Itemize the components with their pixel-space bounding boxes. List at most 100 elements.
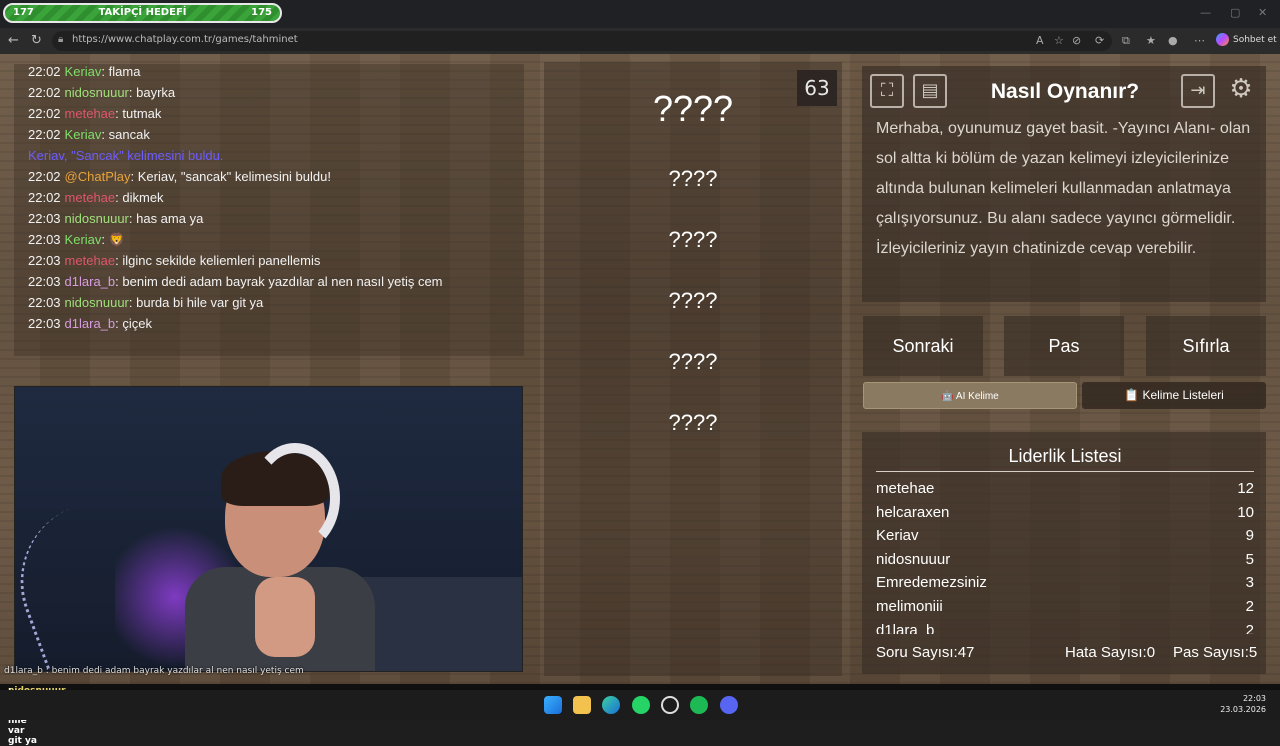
logout-icon[interactable]: ⇥ bbox=[1181, 74, 1215, 108]
read-aloud-icon[interactable]: A bbox=[1036, 34, 1044, 47]
leaderboard-name: metehae bbox=[876, 480, 935, 497]
chat-message: 22:03 d1lara_b: benim dedi adam bayrak ya… bbox=[28, 274, 443, 289]
gear-icon[interactable]: ⚙ bbox=[1224, 74, 1258, 108]
ai-word-button[interactable]: 🤖 AI Kelime bbox=[863, 382, 1077, 409]
leaderboard-row: Emredemezsiniz 3 bbox=[876, 572, 1254, 596]
chat-username[interactable]: metehae bbox=[65, 253, 116, 268]
copilot-label: Sohbet et bbox=[1233, 35, 1277, 45]
chat-username[interactable]: Keriav bbox=[65, 64, 102, 79]
maximize-button[interactable]: ▢ bbox=[1230, 6, 1240, 19]
pass-button[interactable]: Pas bbox=[1004, 316, 1124, 376]
leaderboard-score: 2 bbox=[1245, 621, 1254, 634]
pass-count-value: 5 bbox=[1248, 644, 1258, 661]
chat-username[interactable]: nidosnuuur bbox=[65, 85, 129, 100]
chat-message: 22:03 Keriav: 🦁 bbox=[28, 232, 125, 247]
chat-time: 22:02 bbox=[28, 64, 61, 79]
chat-username[interactable]: @ChatPlay bbox=[65, 169, 131, 184]
spotify-icon[interactable] bbox=[690, 696, 708, 714]
back-icon[interactable]: ← bbox=[8, 33, 19, 48]
more-icon[interactable]: ⋯ bbox=[1194, 34, 1205, 47]
fullscreen-icon[interactable]: ⛶ bbox=[870, 74, 904, 108]
favorite-icon[interactable]: ☆ bbox=[1054, 34, 1064, 47]
pass-count: Pas Sayısı:5 bbox=[1173, 644, 1257, 661]
follower-goal-bar: 177 TAKİPÇİ HEDEFİ 175 bbox=[3, 3, 282, 23]
profile-icon[interactable]: ● bbox=[1168, 34, 1178, 47]
chat-text: ilginc sekilde keliemleri panellemis bbox=[122, 253, 321, 268]
question-count-value: 47 bbox=[957, 644, 975, 661]
chat-time: 22:03 bbox=[28, 295, 61, 310]
leaderboard-score: 10 bbox=[1237, 503, 1254, 521]
divider bbox=[876, 471, 1254, 472]
title-bar: 177 TAKİPÇİ HEDEFİ 175 — ▢ ✕ bbox=[0, 0, 1280, 28]
chat-message: 22:02 Keriav: flama bbox=[28, 64, 141, 79]
leaderboard-score: 12 bbox=[1237, 480, 1254, 497]
chat-text: Keriav, "sancak" kelimesini buldu! bbox=[137, 169, 331, 184]
chat-message: 22:02 nidosnuuur: bayrka bbox=[28, 85, 176, 100]
help-title: Nasıl Oynanır? bbox=[990, 80, 1140, 103]
chat-message: 22:02 Keriav: sancak bbox=[28, 127, 150, 142]
forbidden-word: ???? bbox=[668, 410, 718, 435]
leaderboard-name: nidosnuuur bbox=[876, 550, 951, 568]
favorites-icon[interactable]: ★ bbox=[1146, 34, 1156, 47]
chat-username[interactable]: nidosnuuur bbox=[65, 295, 129, 310]
leaderboard-row: d1lara_b 2 bbox=[876, 620, 1254, 634]
chat-username[interactable]: Keriav bbox=[65, 232, 102, 247]
leaderboard-row: melimoniii 2 bbox=[876, 596, 1254, 620]
chat-message: 22:02 @ChatPlay: Keriav, "sancak" kelimes… bbox=[28, 169, 331, 184]
minimize-button[interactable]: — bbox=[1200, 6, 1211, 19]
chat-username[interactable]: metehae bbox=[65, 106, 116, 121]
error-count-label: Hata Sayısı: bbox=[1065, 644, 1147, 661]
chat-username[interactable]: metehae bbox=[65, 190, 116, 205]
windows-start-icon[interactable] bbox=[544, 696, 562, 714]
close-button[interactable]: ✕ bbox=[1258, 6, 1267, 19]
chat-text: tutmak bbox=[122, 106, 162, 121]
extensions-icon[interactable]: ⟳ bbox=[1095, 34, 1104, 47]
copilot-icon bbox=[1216, 33, 1229, 46]
split-icon[interactable]: ⧉ bbox=[1122, 34, 1130, 48]
edge-icon[interactable] bbox=[602, 696, 620, 714]
chat-time: 22:02 bbox=[28, 169, 61, 184]
leaderboard-score: 3 bbox=[1245, 574, 1254, 592]
reset-button[interactable]: Sıfırla bbox=[1146, 316, 1266, 376]
chat-text: burda bi hile var git ya bbox=[136, 295, 264, 310]
file-explorer-icon[interactable] bbox=[573, 696, 591, 714]
leaderboard-score: 9 bbox=[1245, 527, 1254, 545]
chat-time: 22:03 bbox=[28, 316, 61, 331]
chat-time: 22:03 bbox=[28, 211, 61, 226]
chat-text: has ama ya bbox=[136, 211, 204, 226]
chat-text: çiçek bbox=[122, 316, 153, 331]
chat-time: 22:02 bbox=[28, 127, 61, 142]
pass-count-label: Pas Sayısı: bbox=[1173, 644, 1249, 661]
chat-text: benim dedi adam bayrak yazdılar al nen n… bbox=[122, 274, 443, 289]
chat-username[interactable]: d1lara_b bbox=[65, 274, 116, 289]
copilot-button[interactable]: Sohbet et bbox=[1216, 33, 1277, 46]
chat-message: 22:02 metehae: tutmak bbox=[28, 106, 162, 121]
main-word: ???? bbox=[652, 88, 734, 129]
goal-title: TAKİPÇİ HEDEFİ bbox=[98, 7, 187, 18]
discord-icon[interactable] bbox=[720, 696, 738, 714]
lock-icon: 🔒︎ bbox=[58, 34, 64, 45]
refresh-icon[interactable]: ↻ bbox=[31, 33, 42, 48]
chatgpt-icon[interactable] bbox=[661, 696, 679, 714]
question-count: Soru Sayısı:47 bbox=[876, 644, 974, 661]
forbidden-word: ???? bbox=[668, 166, 718, 191]
tracking-icon[interactable]: ⊘ bbox=[1072, 34, 1081, 47]
whatsapp-icon[interactable] bbox=[632, 696, 650, 714]
error-count-value: 0 bbox=[1146, 644, 1156, 661]
webcam-caption: d1lara_b : benim dedi adam bayrak yazdıl… bbox=[4, 666, 304, 676]
leaderboard-row: helcaraxen 10 bbox=[876, 502, 1254, 526]
chat-username[interactable]: nidosnuuur bbox=[65, 211, 129, 226]
next-button[interactable]: Sonraki bbox=[863, 316, 983, 376]
chat-text: sancak bbox=[108, 127, 150, 142]
chat-time: 22:03 bbox=[28, 253, 61, 268]
webcam-video bbox=[14, 386, 523, 672]
chat-username[interactable]: Keriav bbox=[65, 127, 102, 142]
leaderboard-score: 5 bbox=[1245, 550, 1254, 568]
address-bar[interactable]: 🔒︎ https://www.chatplay.com.tr/games/tah… bbox=[52, 31, 1112, 51]
chat-time: 22:02 bbox=[28, 190, 61, 205]
word-lists-button[interactable]: 📋 Kelime Listeleri bbox=[1082, 382, 1266, 409]
question-count-label: Soru Sayısı: bbox=[876, 644, 958, 661]
forbidden-word: ???? bbox=[668, 288, 718, 313]
chat-text: bayrka bbox=[136, 85, 176, 100]
chat-username[interactable]: d1lara_b bbox=[65, 316, 116, 331]
